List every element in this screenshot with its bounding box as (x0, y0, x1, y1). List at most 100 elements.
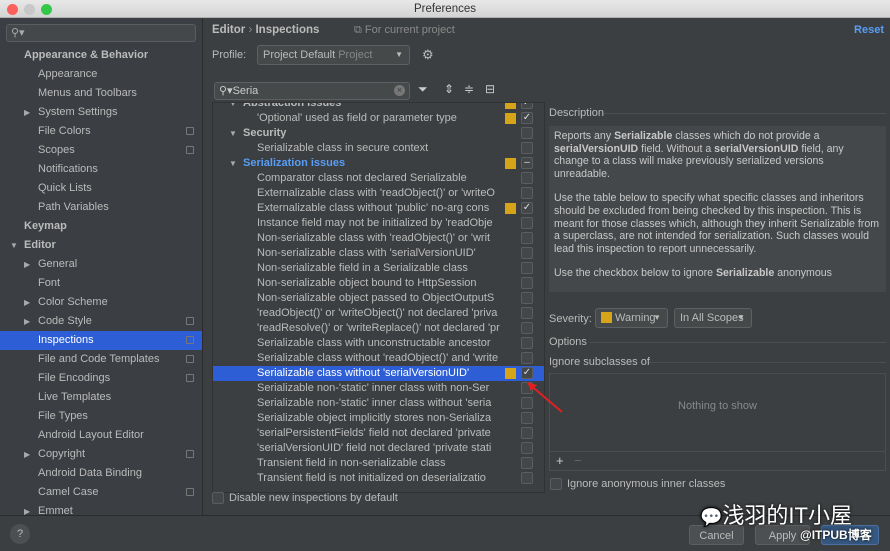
inspection-row[interactable]: Serializable non-'static' inner class wi… (213, 381, 544, 396)
inspection-enabled-checkbox[interactable]: ✓ (521, 103, 533, 109)
collapsed-arrow-icon[interactable]: ▶ (24, 502, 30, 515)
inspection-enabled-checkbox[interactable] (521, 307, 533, 319)
add-icon[interactable]: + (556, 453, 564, 468)
sidebar-item-file-colors[interactable]: File Colors (0, 122, 202, 141)
inspection-enabled-checkbox[interactable] (521, 187, 533, 199)
help-button[interactable]: ? (10, 524, 30, 544)
inspection-enabled-checkbox[interactable]: ✓ (521, 202, 533, 214)
inspection-enabled-checkbox[interactable] (521, 142, 533, 154)
expand-all-icon[interactable]: ⇕ (444, 82, 454, 96)
inspection-row[interactable]: 'readResolve()' or 'writeReplace()' not … (213, 321, 544, 336)
gear-icon[interactable]: ⚙ (422, 47, 434, 63)
sidebar-item-system-settings[interactable]: ▶ System Settings (0, 103, 202, 122)
inspection-search-input[interactable]: ⚲▾Seria × (214, 82, 410, 100)
checkbox[interactable] (212, 492, 224, 505)
sidebar-item-live-templates[interactable]: Live Templates (0, 388, 202, 407)
sidebar-item-file-types[interactable]: File Types (0, 407, 202, 426)
profile-select[interactable]: Project Default Project ▼ (257, 45, 410, 65)
sidebar-item-path-variables[interactable]: Path Variables (0, 198, 202, 217)
sidebar-item-menus-and-toolbars[interactable]: Menus and Toolbars (0, 84, 202, 103)
inspection-row[interactable]: Serializable class without 'serialVersio… (213, 366, 544, 381)
inspection-enabled-checkbox[interactable] (521, 172, 533, 184)
inspection-group-row[interactable]: ▼ Abstraction issues ✓ (213, 103, 544, 111)
inspection-row[interactable]: 'serialVersionUID' field not declared 'p… (213, 441, 544, 456)
inspection-row[interactable]: Instance field may not be initialized by… (213, 216, 544, 231)
reset-link[interactable]: Reset (854, 24, 884, 36)
settings-search-input[interactable]: ⚲▾ (6, 24, 196, 42)
sidebar-item-font[interactable]: Font (0, 274, 202, 293)
inspection-enabled-checkbox[interactable] (521, 322, 533, 334)
inspection-enabled-checkbox[interactable]: ✓ (521, 112, 533, 124)
sidebar-item-general[interactable]: ▶ General (0, 255, 202, 274)
inspection-row[interactable]: Non-serializable class with 'readObject(… (213, 231, 544, 246)
close-window-button[interactable] (7, 4, 18, 15)
inspection-enabled-checkbox[interactable] (521, 427, 533, 439)
inspection-enabled-checkbox[interactable] (521, 247, 533, 259)
breadcrumb-editor[interactable]: Editor (212, 24, 245, 36)
inspection-enabled-checkbox[interactable] (521, 337, 533, 349)
inspection-enabled-checkbox[interactable] (521, 292, 533, 304)
inspection-enabled-checkbox[interactable] (521, 472, 533, 484)
remove-icon[interactable]: − (574, 453, 582, 468)
sidebar-item-camel-case[interactable]: Camel Case (0, 483, 202, 502)
sidebar-item-quick-lists[interactable]: Quick Lists (0, 179, 202, 198)
sidebar-item-notifications[interactable]: Notifications (0, 160, 202, 179)
disable-new-inspections-checkbox[interactable]: Disable new inspections by default (212, 492, 398, 505)
inspection-enabled-checkbox[interactable] (521, 232, 533, 244)
inspection-row[interactable]: Transient field in non-serializable clas… (213, 456, 544, 471)
sidebar-item-keymap[interactable]: Keymap (0, 217, 202, 236)
inspection-row[interactable]: Non-serializable field in a Serializable… (213, 261, 544, 276)
inspection-enabled-checkbox[interactable] (521, 127, 533, 139)
inspection-row[interactable]: Comparator class not declared Serializab… (213, 171, 544, 186)
inspection-row[interactable]: Externalizable class with 'readObject()'… (213, 186, 544, 201)
sidebar-item-inspections[interactable]: Inspections (0, 331, 202, 350)
inspection-group-row[interactable]: ▼ Serialization issues – (213, 156, 544, 171)
inspection-enabled-checkbox[interactable]: – (521, 157, 533, 169)
sidebar-item-copyright[interactable]: ▶ Copyright (0, 445, 202, 464)
inspection-group-row[interactable]: ▼ Security (213, 126, 544, 141)
collapsed-arrow-icon[interactable]: ▶ (24, 255, 30, 274)
expanded-arrow-icon[interactable]: ▼ (229, 103, 237, 111)
ignore-subclasses-table[interactable]: Nothing to show + − (549, 373, 886, 471)
inspection-row[interactable]: Serializable class in secure context (213, 141, 544, 156)
inspection-row[interactable]: Non-serializable object passed to Object… (213, 291, 544, 306)
inspection-row[interactable]: Non-serializable object bound to HttpSes… (213, 276, 544, 291)
inspection-row[interactable]: 'Optional' used as field or parameter ty… (213, 111, 544, 126)
inspection-row[interactable]: Non-serializable class with 'serialVersi… (213, 246, 544, 261)
sidebar-item-android-data-binding[interactable]: Android Data Binding (0, 464, 202, 483)
inspection-enabled-checkbox[interactable] (521, 277, 533, 289)
inspection-enabled-checkbox[interactable] (521, 457, 533, 469)
collapsed-arrow-icon[interactable]: ▶ (24, 103, 30, 122)
expanded-arrow-icon[interactable]: ▼ (229, 156, 237, 171)
sidebar-item-emmet[interactable]: ▶ Emmet (0, 502, 202, 515)
severity-select[interactable]: Warning ▼ (595, 308, 668, 328)
sidebar-item-android-layout-editor[interactable]: Android Layout Editor (0, 426, 202, 445)
inspection-row[interactable]: 'readObject()' or 'writeObject()' not de… (213, 306, 544, 321)
sidebar-item-editor[interactable]: ▼ Editor (0, 236, 202, 255)
inspection-enabled-checkbox[interactable] (521, 217, 533, 229)
reset-to-empty-icon[interactable]: ⊟ (485, 82, 495, 96)
inspection-row[interactable]: Serializable class without 'readObject()… (213, 351, 544, 366)
sidebar-item-file-and-code-templates[interactable]: File and Code Templates (0, 350, 202, 369)
sidebar-item-scopes[interactable]: Scopes (0, 141, 202, 160)
ignore-anonymous-checkbox[interactable]: Ignore anonymous inner classes (550, 478, 725, 491)
clear-search-icon[interactable]: × (394, 85, 405, 96)
collapsed-arrow-icon[interactable]: ▶ (24, 312, 30, 331)
inspection-enabled-checkbox[interactable] (521, 352, 533, 364)
zoom-window-button[interactable] (41, 4, 52, 15)
inspection-enabled-checkbox[interactable]: ✓ (521, 367, 533, 379)
inspection-row[interactable]: Transient field is not initialized on de… (213, 471, 544, 486)
collapsed-arrow-icon[interactable]: ▶ (24, 293, 30, 312)
expanded-arrow-icon[interactable]: ▼ (229, 126, 237, 141)
sidebar-item-color-scheme[interactable]: ▶ Color Scheme (0, 293, 202, 312)
inspection-enabled-checkbox[interactable] (521, 442, 533, 454)
inspection-row[interactable]: Externalizable class without 'public' no… (213, 201, 544, 216)
collapse-all-icon[interactable]: ≑ (464, 82, 474, 96)
inspection-row[interactable]: Serializable object implicitly stores no… (213, 411, 544, 426)
sidebar-item-appearance[interactable]: Appearance (0, 65, 202, 84)
minimize-window-button[interactable] (24, 4, 35, 15)
collapsed-arrow-icon[interactable]: ▶ (24, 445, 30, 464)
sidebar-item-file-encodings[interactable]: File Encodings (0, 369, 202, 388)
sidebar-item-appearance-behavior[interactable]: Appearance & Behavior (0, 46, 202, 65)
sidebar-item-code-style[interactable]: ▶ Code Style (0, 312, 202, 331)
